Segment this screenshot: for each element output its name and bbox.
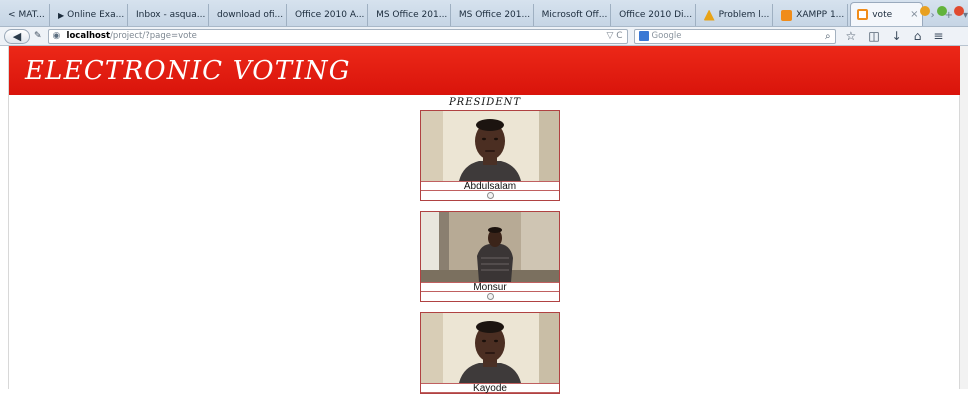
close-window-icon[interactable] <box>954 6 964 16</box>
position-title: PRESIDENT <box>448 97 522 108</box>
window-controls <box>920 6 964 16</box>
tab-label: vote <box>872 9 893 20</box>
tab-0[interactable]: < MAT... <box>2 4 51 26</box>
site-title: ELECTRONIC VOTING <box>25 56 351 86</box>
tab-10[interactable]: XAMPP 1... <box>775 4 849 26</box>
toolbar-icons: ☆ ◫ ↓ ⌂ ≡ <box>846 29 944 43</box>
candidate-name: Monsur <box>421 282 559 293</box>
tab-label: Problem l... <box>718 10 770 20</box>
candidate-name: Kayode <box>421 383 559 394</box>
candidate-card: Kayode <box>420 312 560 394</box>
warning-icon <box>703 9 715 21</box>
search-engine-label: Google <box>651 31 682 41</box>
page-content: ELECTRONIC VOTING PRESIDENT Abdulsalam M… <box>8 46 961 394</box>
tab-8[interactable]: Office 2010 Di... <box>613 4 696 26</box>
tab-label: Inbox - asqua... <box>136 10 206 20</box>
tab-9[interactable]: Problem l... <box>698 4 774 26</box>
xampp-icon <box>781 9 793 21</box>
close-tab-icon[interactable]: × <box>910 9 918 20</box>
menu-icon[interactable]: ≡ <box>933 29 943 43</box>
maximize-icon[interactable] <box>937 6 947 16</box>
candidate-photo <box>421 212 559 282</box>
play-icon: ▶ <box>58 10 65 20</box>
url-host: localhost <box>66 31 111 41</box>
bookmarks-list-icon[interactable]: ◫ <box>868 29 879 43</box>
tab-label: MS Office 201... <box>376 10 448 20</box>
site-banner: ELECTRONIC VOTING <box>9 46 961 95</box>
tab-6[interactable]: MS Office 201... <box>453 4 534 26</box>
tab-label: Office 2010 Di... <box>619 10 693 20</box>
tab-label: XAMPP 1... <box>796 10 845 20</box>
reload-icon[interactable]: ▽ C <box>606 31 622 41</box>
tab-5[interactable]: MS Office 201... <box>370 4 451 26</box>
bookmark-star-icon[interactable]: ☆ <box>846 29 857 43</box>
tab-2[interactable]: Inbox - asqua... <box>130 4 209 26</box>
google-icon <box>638 31 649 41</box>
tab-prefix-icon: < <box>8 10 16 20</box>
tab-label: Microsoft Off... <box>541 10 608 20</box>
back-button[interactable]: ◀ <box>4 28 30 44</box>
candidate-name: Abdulsalam <box>421 181 559 192</box>
candidate-card: Abdulsalam <box>420 110 560 201</box>
tab-label: MS Office 201... <box>458 10 531 20</box>
search-bar[interactable]: Google ⌕ <box>633 28 836 44</box>
scrollbar[interactable] <box>960 46 968 389</box>
tab-3[interactable]: download ofi... <box>211 4 287 26</box>
vote-radio[interactable] <box>486 192 494 199</box>
minimize-icon[interactable] <box>920 6 930 16</box>
tab-label: download ofi... <box>216 10 284 20</box>
tab-7[interactable]: Microsoft Off... <box>536 4 612 26</box>
vote-radio[interactable] <box>486 293 494 300</box>
page-icon <box>857 9 869 20</box>
back-arrow-icon: ◀ <box>12 29 22 43</box>
tab-1[interactable]: ▶ Online Exa... <box>52 4 128 26</box>
globe-icon: ◉ <box>52 31 61 41</box>
home-icon[interactable]: ⌂ <box>914 29 922 43</box>
vote-option <box>421 191 559 200</box>
tools-icon[interactable]: ✎ <box>34 31 42 41</box>
tab-4[interactable]: Office 2010 A... <box>289 4 369 26</box>
address-bar[interactable]: ◉ localhost /project/?page=vote ▽ C <box>47 28 628 44</box>
tab-active[interactable]: vote × <box>850 2 923 26</box>
url-path: /project/?page=vote <box>110 31 197 41</box>
navigation-bar: ◀ ✎ ◉ localhost /project/?page=vote ▽ C … <box>0 27 968 46</box>
vote-option <box>421 292 559 301</box>
tab-label: Online Exa... <box>67 10 125 20</box>
candidate-card: Monsur <box>420 211 560 302</box>
tab-label: MAT... <box>18 10 45 20</box>
browser-tab-strip: < MAT... ▶ Online Exa... Inbox - asqua..… <box>0 0 968 27</box>
candidate-photo <box>421 111 559 181</box>
candidate-photo <box>421 313 559 383</box>
search-icon[interactable]: ⌕ <box>825 31 831 42</box>
tab-label: Office 2010 A... <box>294 10 365 20</box>
download-icon[interactable]: ↓ <box>892 29 902 43</box>
